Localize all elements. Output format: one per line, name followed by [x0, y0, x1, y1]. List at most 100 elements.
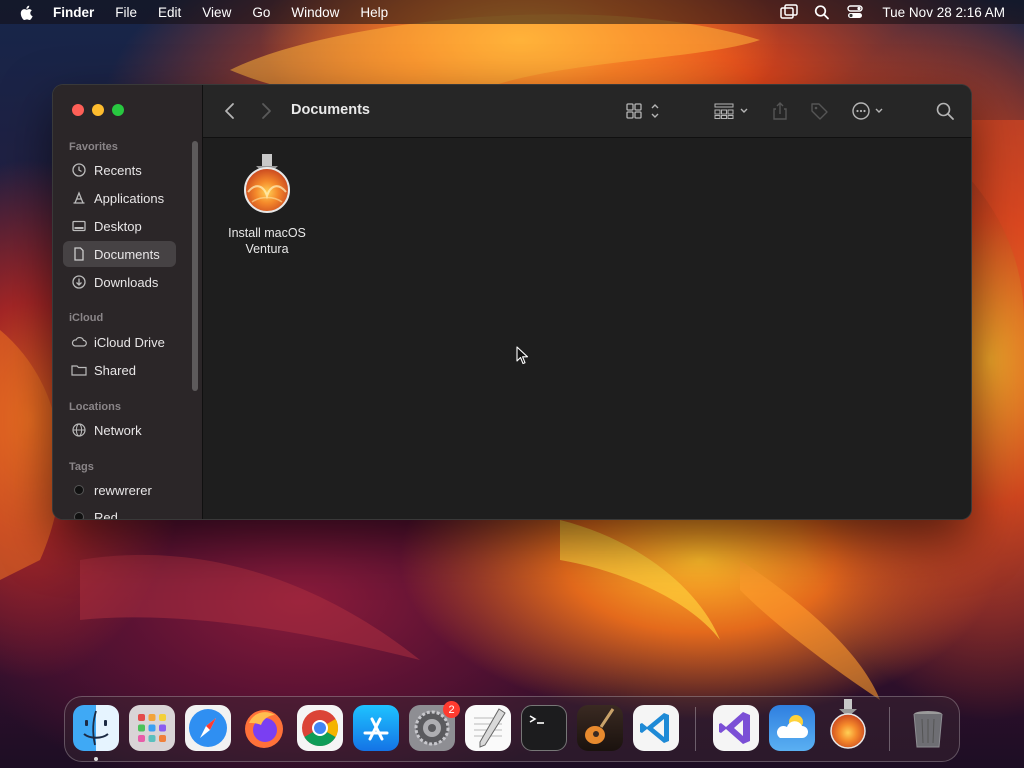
vscode-icon [640, 713, 669, 743]
back-button[interactable] [223, 100, 237, 122]
control-center-icon[interactable] [846, 4, 864, 20]
sidebar-header-icloud: iCloud [69, 312, 104, 324]
clock-icon [71, 162, 87, 178]
tag-button[interactable] [809, 100, 829, 122]
dock-item-terminal[interactable] [521, 705, 567, 751]
finder-window: Favorites Recents Applications Desktop D… [52, 84, 972, 520]
dock-item-textedit[interactable] [465, 705, 511, 751]
dock-item-system-settings[interactable]: 2 [409, 701, 460, 751]
chevron-right-icon [262, 103, 271, 119]
dock-item-safari[interactable] [185, 705, 231, 751]
sidebar-header-locations: Locations [69, 401, 121, 413]
sidebar-item-label: Recents [94, 162, 142, 178]
search-button[interactable] [935, 100, 955, 122]
sidebar-item-label: Applications [94, 190, 165, 206]
sidebar-item-desktop[interactable]: Desktop [63, 213, 176, 239]
menu-file[interactable]: File [115, 5, 137, 20]
file-browser-area[interactable]: Install macOS Ventura [203, 138, 971, 519]
document-icon [71, 246, 87, 262]
dock-item-chrome[interactable] [297, 705, 343, 751]
app-store-icon [363, 717, 389, 741]
shared-folder-icon [71, 362, 87, 378]
cloud-icon [71, 334, 87, 350]
dock-item-weather[interactable] [769, 705, 815, 751]
menu-app-name[interactable]: Finder [53, 5, 94, 20]
sidebar-item-tag[interactable]: rewwrerer [63, 477, 176, 503]
terminal-icon [529, 715, 544, 724]
menu-edit[interactable]: Edit [158, 5, 181, 20]
file-item[interactable]: Install macOS Ventura [221, 152, 313, 257]
menu-bar-clock[interactable]: Tue Nov 28 2:16 AM [882, 5, 1005, 20]
trash-icon [913, 711, 943, 748]
window-title: Documents [291, 102, 370, 118]
globe-icon [71, 422, 87, 438]
firefox-icon [245, 710, 283, 748]
applications-icon [71, 190, 87, 206]
sidebar-header-favorites: Favorites [69, 141, 118, 153]
sidebar-item-label: rewwrerer [94, 482, 152, 498]
mouse-cursor-icon [516, 346, 529, 365]
share-icon [773, 102, 787, 120]
sidebar-item-label: Documents [94, 246, 160, 262]
dock-item-finder[interactable] [73, 705, 119, 751]
tag-dot-icon [71, 482, 87, 498]
textedit-icon [474, 708, 506, 748]
menu-window[interactable]: Window [291, 5, 339, 20]
sidebar-item-label: Downloads [94, 274, 159, 290]
icon-grid-view-icon [626, 103, 659, 119]
sidebar-item-label: Desktop [94, 218, 142, 234]
dock-item-firefox[interactable] [241, 705, 287, 751]
action-menu-button[interactable] [851, 100, 887, 122]
sidebar-item-downloads[interactable]: Downloads [63, 269, 176, 295]
view-mode-button[interactable] [625, 100, 661, 122]
menu-help[interactable]: Help [360, 5, 388, 20]
garageband-icon [585, 708, 615, 744]
dock-item-garageband[interactable] [577, 705, 623, 751]
dock-item-visual-studio[interactable] [713, 705, 759, 751]
minimize-button[interactable] [92, 104, 104, 116]
menu-view[interactable]: View [202, 5, 231, 20]
sidebar-item-recents[interactable]: Recents [63, 157, 176, 183]
launchpad-icon [138, 714, 166, 742]
tag-dot-icon [71, 509, 87, 519]
sidebar-item-documents[interactable]: Documents [63, 241, 176, 267]
apple-logo-icon[interactable] [18, 4, 35, 21]
sidebar-item-label: Network [94, 422, 142, 438]
menu-go[interactable]: Go [252, 5, 270, 20]
sidebar-item-applications[interactable]: Applications [63, 185, 176, 211]
finder-icon [83, 710, 109, 746]
dock-item-app-store[interactable] [353, 705, 399, 751]
weather-icon [776, 715, 808, 738]
file-name: Install macOS Ventura [228, 226, 306, 256]
safari-icon [189, 709, 227, 747]
dock-item-trash[interactable] [905, 705, 951, 751]
sidebar-header-tags: Tags [69, 461, 94, 473]
desktop-icon [71, 218, 87, 234]
sidebar-item-label: Shared [94, 362, 136, 378]
sidebar-item-shared[interactable]: Shared [63, 357, 176, 383]
visual-studio-icon [719, 712, 750, 744]
sidebar-item-label: Red [94, 509, 118, 520]
sidebar-item-tag[interactable]: Red [63, 504, 176, 520]
zoom-button[interactable] [112, 104, 124, 116]
spotlight-search-icon[interactable] [813, 4, 831, 20]
sidebar-item-icloud-drive[interactable]: iCloud Drive [63, 329, 176, 355]
sidebar-item-network[interactable]: Network [63, 417, 176, 443]
dock-item-vscode[interactable] [633, 705, 679, 751]
dock-item-launchpad[interactable] [129, 705, 175, 751]
dock-separator [889, 707, 890, 751]
menu-bar: Finder File Edit View Go Window Help Tue… [0, 0, 1024, 24]
search-icon [936, 102, 954, 120]
sidebar-item-label: iCloud Drive [94, 334, 165, 350]
close-button[interactable] [72, 104, 84, 116]
notification-badge: 2 [443, 701, 460, 718]
dock-item-install-macos[interactable] [825, 699, 871, 751]
group-by-button[interactable] [713, 100, 751, 122]
screen-mirroring-icon[interactable] [780, 4, 799, 20]
forward-button[interactable] [259, 100, 273, 122]
share-button[interactable] [771, 100, 789, 122]
download-icon [71, 274, 87, 290]
running-indicator [94, 757, 98, 761]
sidebar-scrollbar[interactable] [192, 141, 198, 391]
finder-sidebar: Favorites Recents Applications Desktop D… [53, 85, 203, 520]
